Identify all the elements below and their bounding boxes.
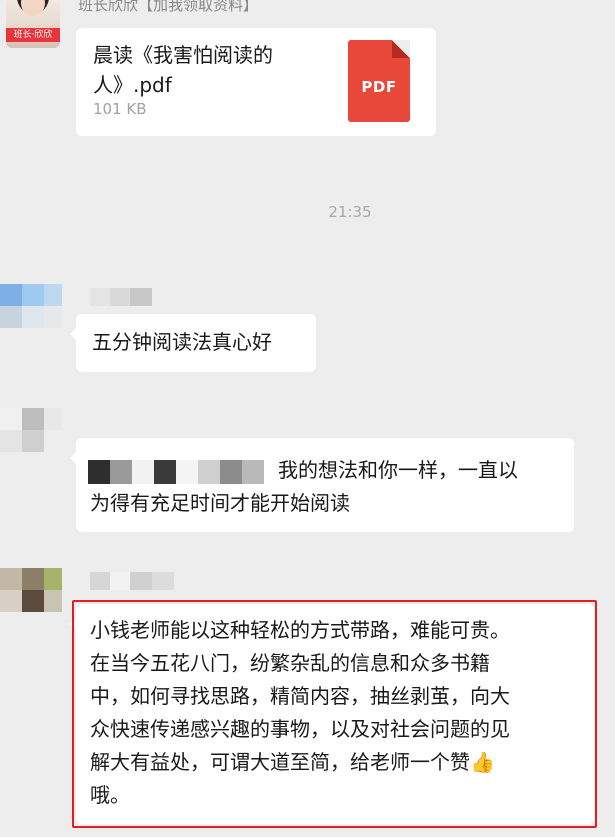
blurred-avatar[interactable] <box>0 284 62 334</box>
red-highlight-box <box>72 600 597 828</box>
sender-name: 班长欣欣【加我领取资料】 <box>78 0 259 14</box>
avatar-badge: 班长·欣欣 <box>6 28 60 42</box>
file-message-card[interactable]: 晨读《我害怕阅读的人》.pdf 101 KB PDF <box>76 28 436 136</box>
file-size: 101 KB <box>93 100 147 118</box>
message-text-line-2: 为得有充足时间才能开始阅读 <box>90 491 350 515</box>
redacted-mention <box>88 460 268 484</box>
avatar-portrait <box>21 0 45 16</box>
blurred-sender-name <box>90 288 154 306</box>
blurred-sender-name <box>90 572 180 590</box>
pdf-file-icon: PDF <box>348 40 410 122</box>
message-timestamp: 21:35 <box>328 203 372 221</box>
message-text-line-1: 我的想法和你一样，一直以 <box>278 458 518 482</box>
chat-bubble[interactable]: 五分钟阅读法真心好 <box>70 314 316 372</box>
file-name: 晨读《我害怕阅读的人》.pdf <box>93 43 273 97</box>
chat-bubble[interactable]: 我的想法和你一样，一直以 为得有充足时间才能开始阅读 <box>70 438 574 532</box>
pdf-icon-label: PDF <box>361 78 397 96</box>
message-text: 五分钟阅读法真心好 <box>92 330 272 354</box>
sender-avatar[interactable]: 班长·欣欣 <box>6 0 60 48</box>
blurred-avatar[interactable] <box>0 408 62 458</box>
blurred-avatar[interactable] <box>0 568 62 618</box>
